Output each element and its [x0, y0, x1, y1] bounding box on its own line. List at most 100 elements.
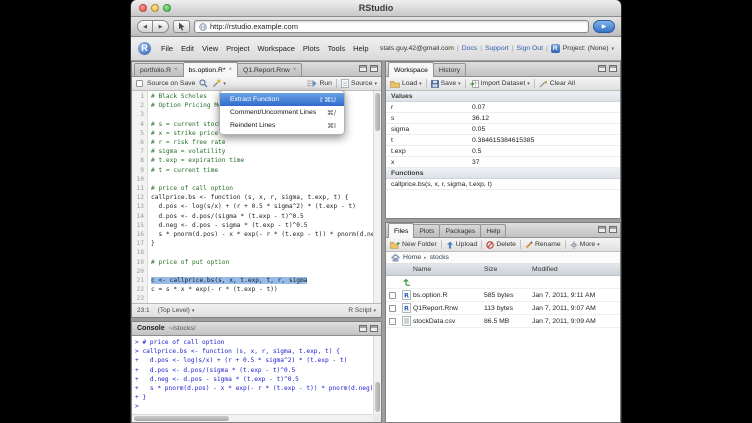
- source-button[interactable]: Source ▾: [341, 79, 377, 88]
- load-workspace-button[interactable]: Load ▾: [390, 80, 422, 88]
- scope-selector[interactable]: (Top Level) ▾: [158, 307, 195, 314]
- breadcrumb-folder[interactable]: stocks: [430, 254, 449, 261]
- menu-item-comment-uncomment-lines[interactable]: Comment/Uncomment Lines ⌘/: [220, 106, 344, 119]
- file-row[interactable]: stockData.csv 86.5 MB Jan 7, 2011, 9:09 …: [386, 315, 620, 328]
- close-tab-icon[interactable]: ×: [229, 67, 233, 73]
- column-modified[interactable]: Modified: [532, 266, 620, 273]
- filetype-selector[interactable]: R Script ▾: [348, 307, 376, 314]
- code-line[interactable]: c = s * x * exp(- r * (t.exp - t)): [151, 285, 381, 294]
- maximize-pane-icon[interactable]: [370, 325, 378, 332]
- delete-button[interactable]: Delete: [486, 241, 516, 249]
- code-line[interactable]: # t = current time: [151, 166, 381, 175]
- forward-button[interactable]: ▶: [153, 20, 169, 33]
- find-replace-button[interactable]: [199, 79, 208, 88]
- parent-directory-row[interactable]: [386, 276, 620, 289]
- file-checkbox[interactable]: [389, 305, 396, 312]
- support-link[interactable]: Support: [485, 45, 509, 52]
- workspace-value-row[interactable]: t0.384615384615385: [386, 135, 620, 146]
- minimize-pane-icon[interactable]: [598, 226, 606, 233]
- code-line[interactable]: # t.exp = expiration time: [151, 156, 381, 165]
- address-bar[interactable]: http://rstudio.example.com: [194, 20, 589, 33]
- code-line[interactable]: callprice.bs <- function (s, x, r, sigma…: [151, 193, 381, 202]
- maximize-pane-icon[interactable]: [609, 65, 617, 72]
- tab-workspace[interactable]: Workspace: [388, 62, 434, 77]
- code-line[interactable]: # r = risk free rate: [151, 138, 381, 147]
- more-button[interactable]: More ▾: [570, 241, 600, 249]
- menu-file[interactable]: File: [157, 44, 177, 53]
- zoom-window-button[interactable]: [163, 4, 171, 12]
- signout-link[interactable]: Sign Out: [517, 45, 543, 52]
- console-hscrollbar[interactable]: [132, 414, 373, 422]
- breadcrumb-home[interactable]: Home: [403, 254, 421, 261]
- column-name[interactable]: Name: [413, 266, 484, 273]
- workspace-value-row[interactable]: r0.07: [386, 102, 620, 113]
- file-name-link[interactable]: stockData.csv: [413, 318, 484, 325]
- file-row[interactable]: R Q1Report.Rnw 113 bytes Jan 7, 2011, 9:…: [386, 302, 620, 315]
- code-line[interactable]: c <- callprice.bs(s, x, t.exp, t, r, sig…: [151, 276, 381, 285]
- console-output[interactable]: > # price of call option> callprice.bs <…: [132, 336, 373, 414]
- code-line[interactable]: }: [151, 239, 381, 248]
- scrollbar-thumb[interactable]: [134, 416, 229, 421]
- minimize-window-button[interactable]: [151, 4, 159, 12]
- import-dataset-button[interactable]: Import Dataset ▾: [470, 80, 530, 88]
- close-window-button[interactable]: [139, 4, 147, 12]
- close-tab-icon[interactable]: ×: [293, 67, 297, 73]
- save-workspace-button[interactable]: Save ▾: [431, 80, 461, 88]
- go-button[interactable]: ▶: [593, 20, 615, 33]
- code-line[interactable]: s * pnorm(d.pos) - x * exp(- r * (t.exp …: [151, 230, 381, 239]
- minimize-pane-icon[interactable]: [598, 65, 606, 72]
- file-row[interactable]: R bs.option.R 585 bytes Jan 7, 2011, 9:1…: [386, 289, 620, 302]
- docs-link[interactable]: Docs: [462, 45, 478, 52]
- code-line[interactable]: [151, 267, 381, 276]
- workspace-function-row[interactable]: callprice.bs (s, x, r, sigma, t.exp, t): [386, 179, 620, 190]
- file-checkbox[interactable]: [389, 318, 396, 325]
- tab-plots[interactable]: Plots: [413, 224, 440, 237]
- column-size[interactable]: Size: [484, 266, 532, 273]
- go-up-directory-icon[interactable]: [399, 278, 413, 287]
- file-checkbox[interactable]: [389, 292, 396, 299]
- menu-item-extract-function[interactable]: Extract Function ⇧⌘U: [220, 93, 344, 106]
- tab-files[interactable]: Files: [388, 223, 414, 238]
- new-folder-button[interactable]: New Folder: [390, 241, 437, 249]
- minimize-pane-icon[interactable]: [359, 65, 367, 72]
- workspace-value-row[interactable]: sigma0.05: [386, 124, 620, 135]
- run-button[interactable]: Run: [307, 79, 331, 88]
- menu-project[interactable]: Project: [222, 44, 253, 53]
- source-on-save-checkbox[interactable]: [136, 80, 143, 87]
- code-line[interactable]: [151, 175, 381, 184]
- code-line[interactable]: # sigma = volatility: [151, 147, 381, 156]
- minimize-pane-icon[interactable]: [359, 325, 367, 332]
- rename-button[interactable]: Rename: [525, 241, 561, 249]
- code-tools-button[interactable]: ▾: [212, 79, 226, 88]
- maximize-pane-icon[interactable]: [370, 65, 378, 72]
- file-name-link[interactable]: Q1Report.Rnw: [413, 305, 484, 312]
- workspace-value-row[interactable]: s36.12: [386, 113, 620, 124]
- code-line[interactable]: d.neg <- d.pos - sigma * (t.exp - t)^0.5: [151, 221, 381, 230]
- maximize-pane-icon[interactable]: [609, 226, 617, 233]
- tab-history[interactable]: History: [433, 63, 466, 76]
- menu-view[interactable]: View: [198, 44, 222, 53]
- tab-packages[interactable]: Packages: [439, 224, 481, 237]
- code-line[interactable]: # price of call option: [151, 184, 381, 193]
- code-line[interactable]: d.pos <- d.pos/(sigma * (t.exp - t)^0.5: [151, 212, 381, 221]
- scrollbar-thumb[interactable]: [375, 93, 380, 131]
- menu-workspace[interactable]: Workspace: [254, 44, 299, 53]
- workspace-value-row[interactable]: x37: [386, 157, 620, 168]
- tab-q1-report-rnw[interactable]: Q1.Report.Rnw ×: [237, 63, 302, 76]
- file-name-link[interactable]: bs.option.R: [413, 292, 484, 299]
- menu-help[interactable]: Help: [349, 44, 372, 53]
- cursor-tool-button[interactable]: [173, 20, 190, 33]
- code-line[interactable]: [151, 294, 381, 303]
- editor-scrollbar[interactable]: [373, 91, 381, 303]
- tab-help[interactable]: Help: [480, 224, 506, 237]
- close-tab-icon[interactable]: ×: [174, 67, 178, 73]
- project-selector[interactable]: Project: (None): [563, 45, 609, 52]
- scrollbar-thumb[interactable]: [375, 382, 380, 412]
- menu-tools[interactable]: Tools: [324, 44, 350, 53]
- menu-item-reindent-lines[interactable]: Reindent Lines ⌘I: [220, 119, 344, 132]
- workspace-value-row[interactable]: t.exp0.5: [386, 146, 620, 157]
- upload-button[interactable]: Upload: [446, 241, 478, 249]
- code-line[interactable]: [151, 248, 381, 257]
- tab-bs-option-r[interactable]: bs.option.R* ×: [183, 62, 239, 77]
- menu-plots[interactable]: Plots: [299, 44, 324, 53]
